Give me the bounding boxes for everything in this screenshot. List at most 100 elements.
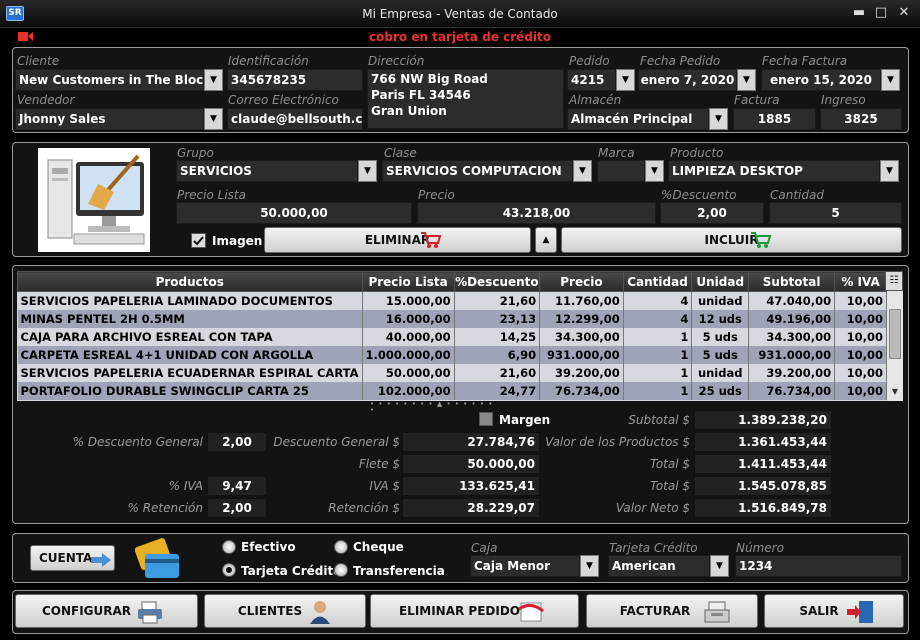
pedido-select[interactable]: 4215 — [567, 69, 616, 91]
cell-descuento: 24,77 — [454, 381, 541, 400]
total-iva-label: Total $ — [649, 479, 690, 493]
cell-producto: SERVICIOS PAPELERIA ECUADERNAR ESPIRAL C… — [17, 363, 363, 382]
precio-field[interactable]: 43.218,00 — [417, 202, 656, 224]
scroll-down-icon[interactable]: ▼ — [887, 387, 903, 401]
grupo-select[interactable]: SERVICIOS — [176, 160, 358, 182]
table-row[interactable]: CARPETA ESREAL 4+1 UNIDAD CON ARGOLLA 1.0… — [17, 345, 887, 364]
cheque-radio[interactable] — [334, 540, 348, 554]
desc-general-field[interactable]: 2,00 — [207, 432, 267, 452]
col-precio-lista[interactable]: Precio Lista — [361, 271, 455, 292]
items-table: Productos Precio Lista %Descuento Precio… — [17, 271, 887, 400]
table-row[interactable]: SERVICIOS PAPELERIA ECUADERNAR ESPIRAL C… — [17, 363, 887, 382]
chevron-down-icon[interactable]: ▼ — [573, 160, 592, 182]
ret-pct-field[interactable]: 2,00 — [207, 498, 267, 518]
table-row[interactable]: CAJA PARA ARCHIVO ESREAL CON TAPA 40.000,… — [17, 327, 887, 346]
col-productos[interactable]: Productos — [17, 271, 363, 292]
chevron-down-icon[interactable]: ▼ — [580, 555, 599, 577]
window-title: Mi Empresa - Ventas de Contado — [362, 7, 558, 21]
chevron-down-icon[interactable]: ▼ — [881, 69, 900, 91]
maximize-button[interactable]: □ — [872, 5, 890, 21]
cell-producto: CAJA PARA ARCHIVO ESREAL CON TAPA — [17, 327, 363, 346]
efectivo-radio[interactable] — [222, 540, 236, 554]
tarjeta-select[interactable]: American — [608, 555, 710, 577]
chevron-down-icon[interactable]: ▼ — [737, 69, 756, 91]
cell-producto: MINAS PENTEL 2H 0.5MM — [17, 309, 363, 328]
cell-precio: 39.200,00 — [539, 363, 624, 382]
tarjeta-radio[interactable] — [222, 563, 236, 577]
fecha-factura-select[interactable]: enero 15, 2020 — [761, 69, 881, 91]
cell-iva: 10,00 — [834, 345, 887, 364]
caja-select[interactable]: Caja Menor — [470, 555, 580, 577]
desc-general-label: % Descuento General — [72, 435, 203, 449]
move-up-button[interactable]: ▲ — [535, 227, 557, 253]
transferencia-radio[interactable] — [334, 563, 348, 577]
computer-broom-icon — [47, 154, 145, 245]
correo-field[interactable]: claude@bellsouth.com — [227, 108, 363, 130]
factura-field[interactable]: 1885 — [733, 108, 816, 130]
ingreso-field[interactable]: 3825 — [820, 108, 902, 130]
salir-button[interactable]: SALIR — [764, 594, 904, 628]
precio-lista-field[interactable]: 50.000,00 — [176, 202, 412, 224]
splitter-handle[interactable]: • • • • • • • • ▲ • • • • • • • — [370, 401, 500, 414]
cell-unidad: 12 uds — [691, 309, 750, 328]
column-chooser-icon[interactable]: ☷ — [885, 271, 903, 291]
col-descuento[interactable]: %Descuento — [453, 271, 541, 292]
scrollbar-thumb[interactable] — [889, 309, 901, 359]
configurar-button[interactable]: CONFIGURAR — [15, 594, 198, 628]
printer-icon — [136, 600, 164, 636]
clientes-button[interactable]: CLIENTES — [204, 594, 366, 628]
chevron-down-icon[interactable]: ▼ — [880, 160, 899, 182]
col-unidad[interactable]: Unidad — [691, 271, 750, 292]
cell-precio-lista: 50.000,00 — [362, 363, 455, 382]
cell-producto: PORTAFOLIO DURABLE SWINGCLIP CARTA 25 — [17, 381, 363, 400]
eliminar-pedido-button[interactable]: ELIMINAR PEDIDO — [370, 594, 579, 628]
chevron-down-icon[interactable]: ▼ — [204, 69, 223, 91]
cantidad-field[interactable]: 5 — [769, 202, 902, 224]
clase-select[interactable]: SERVICIOS COMPUTACION — [382, 160, 573, 182]
col-precio[interactable]: Precio — [539, 271, 624, 292]
minimize-button[interactable]: ▬ — [850, 5, 868, 21]
table-scrollbar[interactable]: ▼ — [887, 291, 903, 401]
cell-descuento: 21,60 — [454, 363, 541, 382]
chevron-down-icon[interactable]: ▼ — [709, 108, 728, 130]
eliminar-button[interactable]: ELIMINAR — [264, 227, 531, 253]
col-subtotal[interactable]: Subtotal — [748, 271, 836, 292]
cell-subtotal: 39.200,00 — [748, 363, 836, 382]
caja-label: Caja — [471, 541, 498, 555]
chevron-down-icon[interactable]: ▼ — [616, 69, 635, 91]
incluir-button[interactable]: INCLUIR — [561, 227, 902, 253]
chevron-down-icon[interactable]: ▼ — [204, 108, 223, 130]
chevron-down-icon[interactable]: ▼ — [645, 160, 664, 182]
cliente-select[interactable]: New Customers in The Block — [15, 69, 204, 91]
cell-unidad: 5 uds — [691, 345, 750, 364]
almacen-select[interactable]: Almacén Principal — [567, 108, 709, 130]
direccion-field[interactable]: 766 NW Big Road Paris FL 34546 Gran Unio… — [367, 69, 564, 129]
cell-unidad: unidad — [691, 291, 750, 310]
cell-iva: 10,00 — [834, 327, 887, 346]
marca-select[interactable] — [597, 160, 645, 182]
table-row[interactable]: PORTAFOLIO DURABLE SWINGCLIP CARTA 25 102… — [17, 381, 887, 400]
facturar-button[interactable]: FACTURAR — [586, 594, 758, 628]
tarjeta-credito-label: Tarjeta Crédito — [609, 541, 698, 555]
table-row[interactable]: SERVICIOS PAPELERIA LAMINADO DOCUMENTOS 1… — [17, 291, 887, 310]
margen-checkbox[interactable] — [479, 412, 493, 426]
vendedor-select[interactable]: Jhonny Sales — [15, 108, 204, 130]
numero-field[interactable]: 1234 — [735, 555, 902, 577]
col-iva[interactable]: % IVA — [834, 271, 887, 292]
descuento-field[interactable]: 2,00 — [660, 202, 764, 224]
table-row[interactable]: MINAS PENTEL 2H 0.5MM 16.000,00 23,13 12.29… — [17, 309, 887, 328]
cuenta-button[interactable]: CUENTA — [30, 545, 115, 571]
total-iva-value: 1.545.078,85 — [694, 476, 832, 496]
close-button[interactable]: ✕ — [895, 5, 913, 21]
col-cantidad[interactable]: Cantidad — [622, 271, 693, 292]
chevron-down-icon[interactable]: ▼ — [710, 555, 729, 577]
subtotal-label: Subtotal $ — [628, 413, 690, 427]
fecha-pedido-select[interactable]: enero 7, 2020 — [638, 69, 737, 91]
iva-pct-field[interactable]: 9,47 — [207, 476, 267, 496]
imagen-checkbox[interactable] — [191, 233, 206, 248]
chevron-down-icon[interactable]: ▼ — [358, 160, 377, 182]
producto-select[interactable]: LIMPIEZA DESKTOP — [668, 160, 880, 182]
identificacion-field[interactable]: 345678235 — [227, 69, 363, 91]
flete-field[interactable]: 50.000,00 — [402, 454, 540, 474]
identificacion-label: Identificación — [228, 54, 309, 68]
